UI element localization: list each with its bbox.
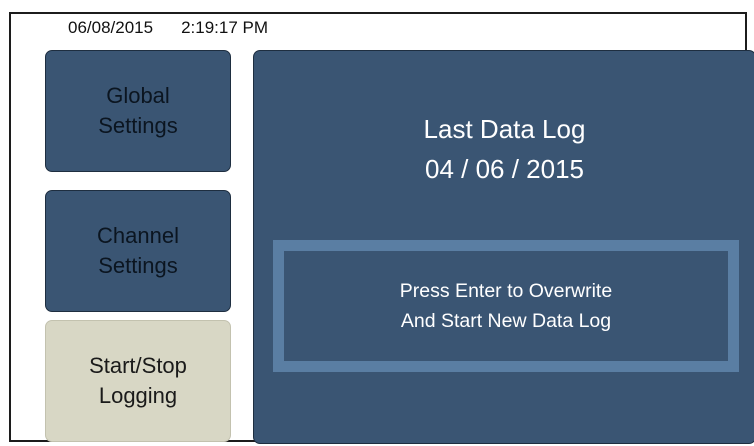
panel-heading: Last Data Log 04 / 06 / 2015	[254, 109, 754, 189]
overwrite-prompt-button[interactable]: Press Enter to Overwrite And Start New D…	[273, 240, 739, 372]
start-stop-logging-label-line1: Start/Stop	[89, 353, 187, 378]
start-stop-logging-label-line2: Logging	[98, 383, 178, 408]
global-settings-label-line2: Settings	[98, 113, 178, 138]
data-log-panel: Last Data Log 04 / 06 / 2015 Press Enter…	[253, 50, 754, 444]
prompt-line-1: Press Enter to Overwrite	[399, 280, 613, 302]
start-stop-logging-button[interactable]: Start/Stop Logging	[45, 320, 231, 442]
channel-settings-label-line2: Settings	[98, 253, 178, 278]
current-date: 06/08/2015	[68, 18, 154, 37]
channel-settings-label-line1: Channel	[97, 223, 179, 248]
channel-settings-button[interactable]: Channel Settings	[45, 190, 231, 312]
global-settings-button[interactable]: Global Settings	[45, 50, 231, 172]
last-log-date: 04 / 06 / 2015	[424, 154, 585, 184]
status-bar: 06/08/2015 2:19:17 PM	[64, 18, 273, 38]
panel-title: Last Data Log	[423, 114, 586, 144]
global-settings-label-line1: Global	[106, 83, 170, 108]
current-time: 2:19:17 PM	[181, 18, 269, 37]
prompt-line-2: And Start New Data Log	[400, 310, 612, 332]
hmi-screen: 06/08/2015 2:19:17 PM Global Settings Cha…	[9, 12, 754, 444]
